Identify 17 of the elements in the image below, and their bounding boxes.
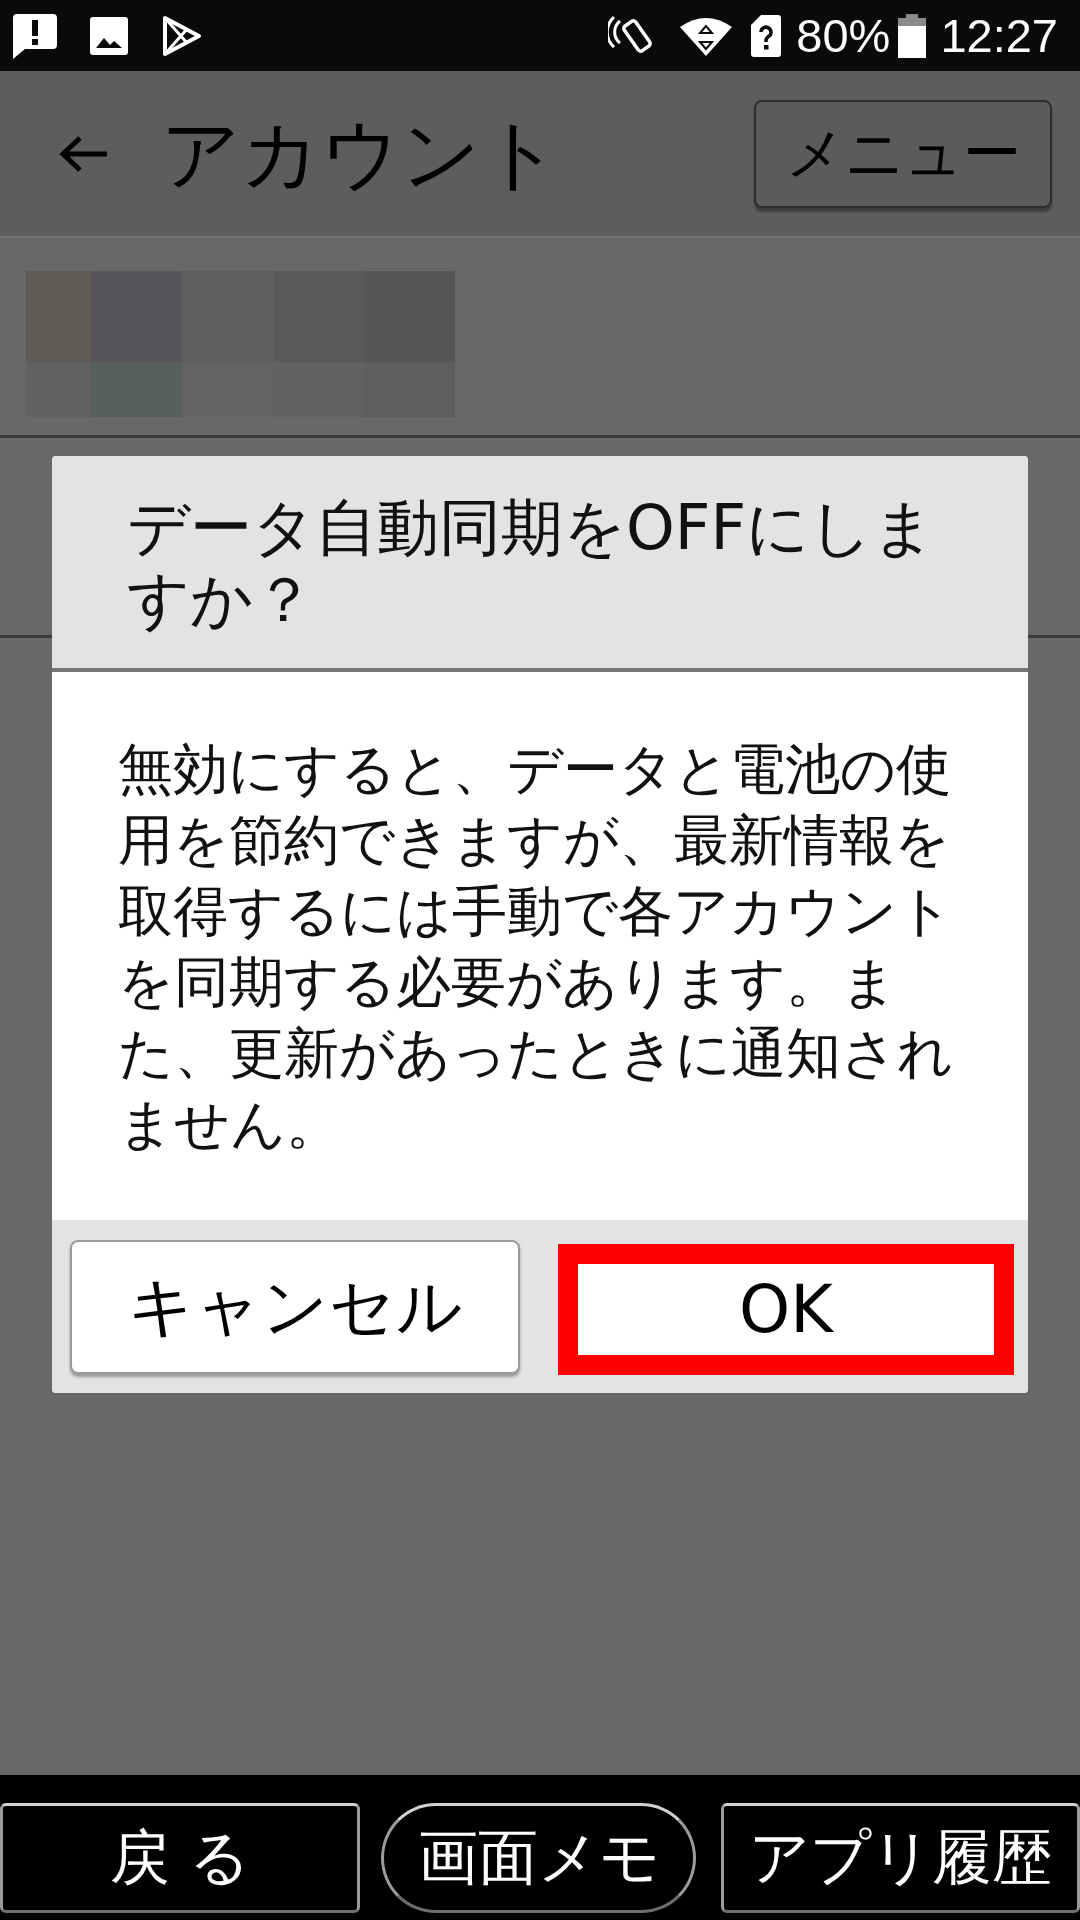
battery-icon	[898, 13, 927, 58]
battery-percentage: 80%	[796, 12, 891, 59]
sim-card-icon	[751, 14, 782, 57]
nav-button[interactable]: アプリ履歴	[721, 1803, 1080, 1913]
back-arrow-icon[interactable]	[57, 133, 109, 174]
nav-button[interactable]: 画面メモ	[381, 1803, 696, 1913]
image-icon	[90, 16, 128, 55]
dialog-button[interactable]: キャンセル	[70, 1240, 520, 1374]
nav-button[interactable]: 戻 る	[0, 1803, 360, 1913]
highlighted-button[interactable]: OK	[558, 1244, 1014, 1375]
screen-title: アカウント	[161, 114, 561, 193]
notification-icon	[12, 12, 58, 59]
play-icon	[162, 14, 202, 57]
wifi-icon	[680, 15, 733, 56]
clock-time: 12:27	[940, 12, 1058, 59]
dialog-message: 無効にすると、データと電池の使用を節約できますが、最新情報を取得するには手動で各アカウントを同期する必要があります。また、更新があったときに通知されません。	[118, 736, 954, 1158]
dialog-title: データ自動同期をOFFにしますか？	[127, 492, 937, 636]
